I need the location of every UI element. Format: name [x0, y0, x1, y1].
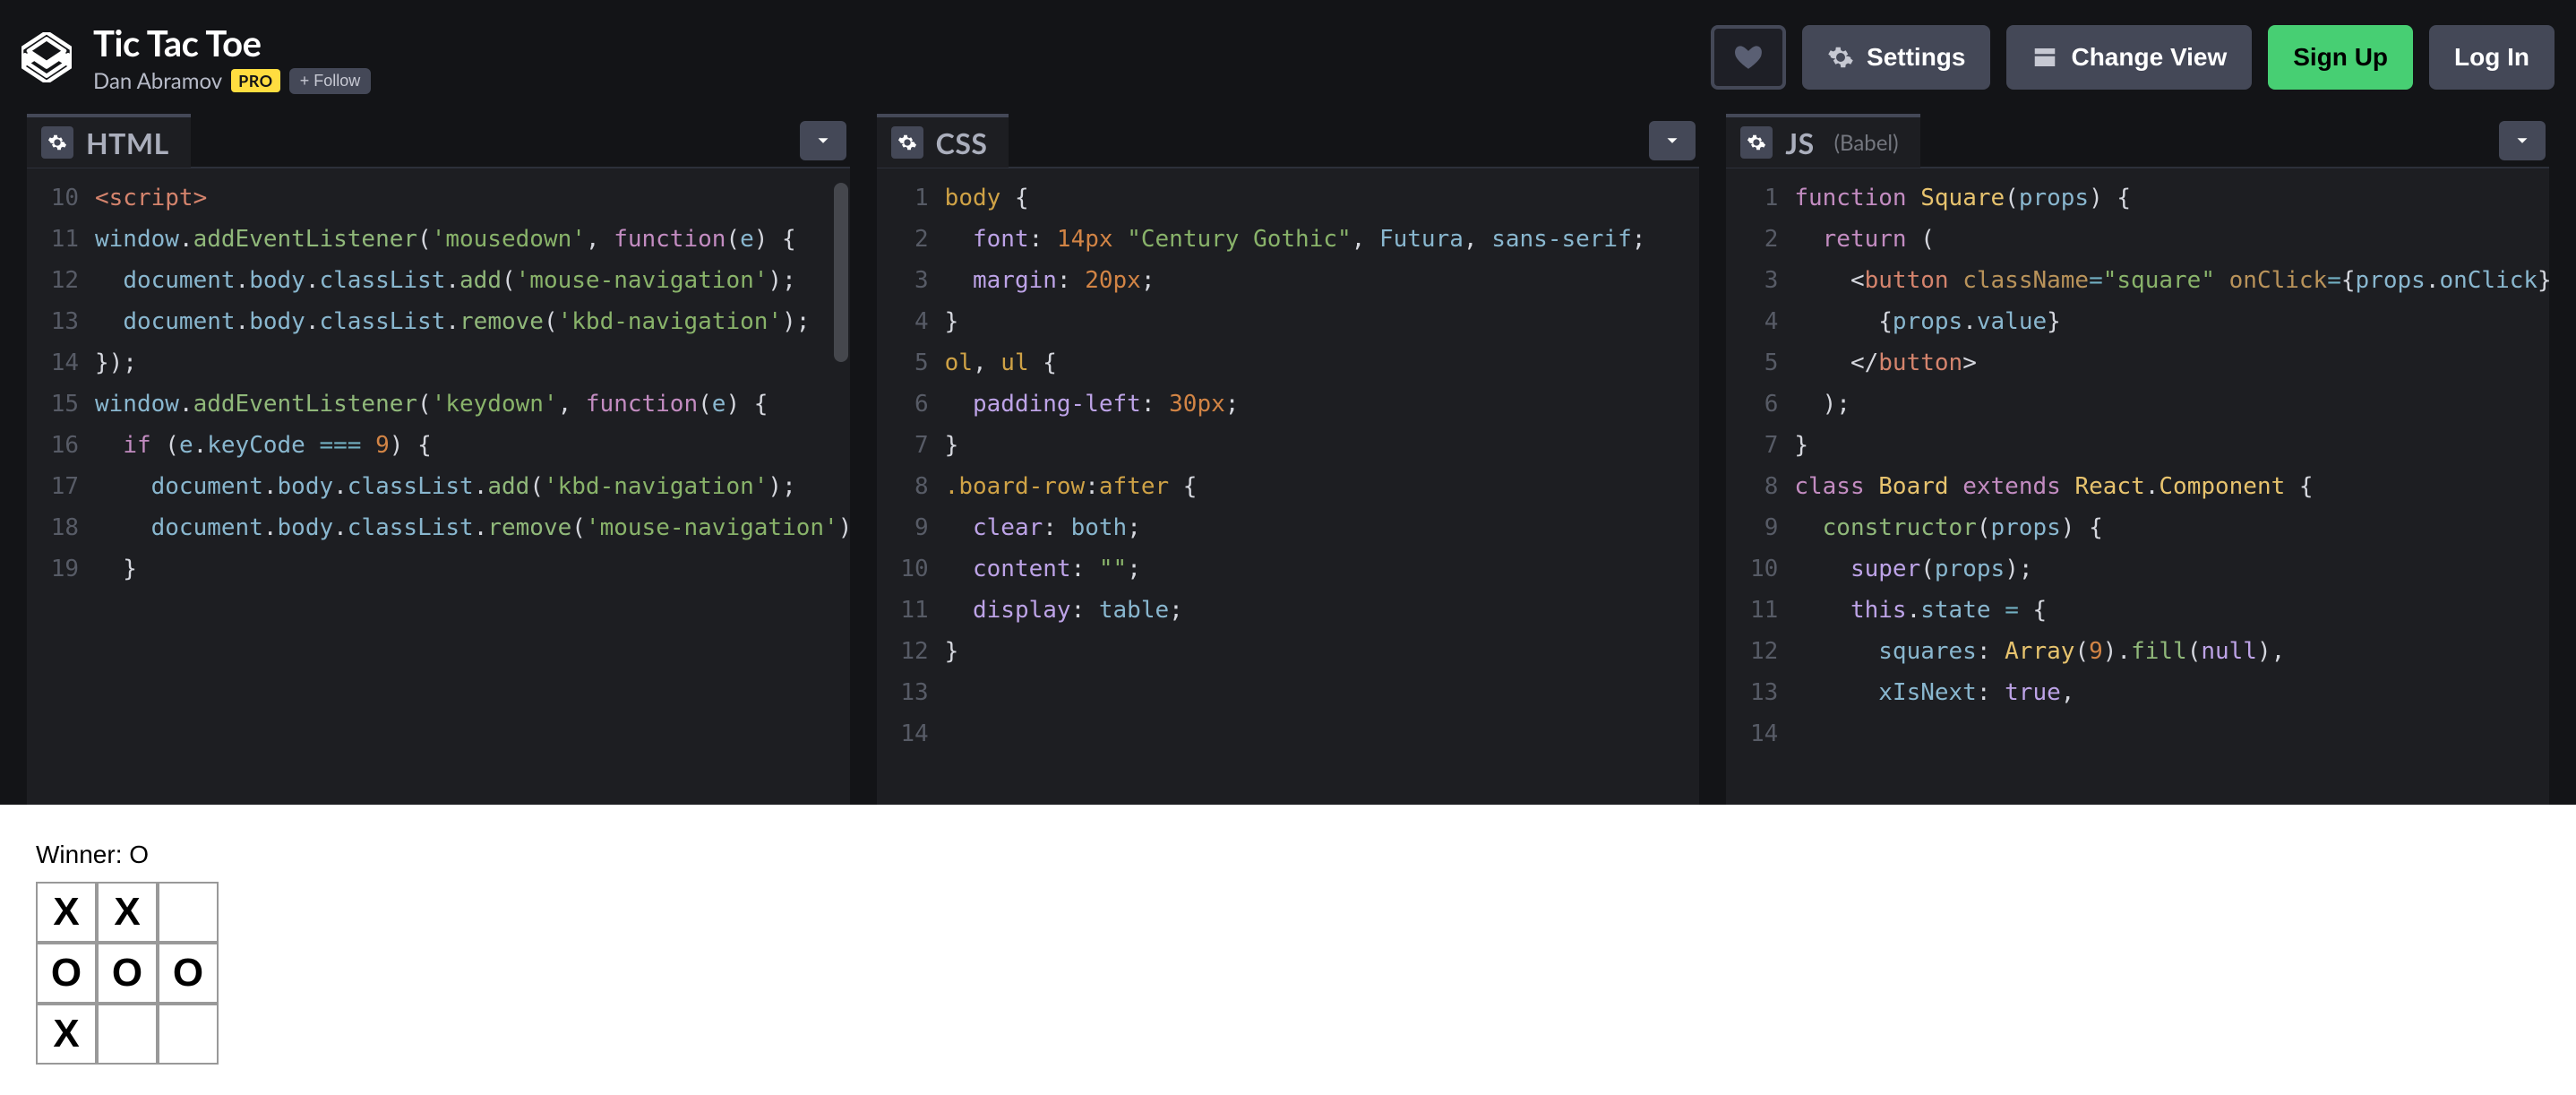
js-panel: JS (Babel) 1234567891011121314 function … [1726, 115, 2549, 805]
html-panel-title: HTML [86, 125, 169, 160]
js-settings-button[interactable] [1740, 126, 1773, 159]
html-gutter: 10111213141516171819 [27, 168, 90, 805]
pen-title[interactable]: Tic Tac Toe [93, 22, 261, 65]
editor-panels: HTML 10111213141516171819 <script>window… [0, 115, 2576, 805]
css-panel-title: CSS [936, 125, 988, 160]
board-square-8[interactable] [158, 1004, 219, 1065]
css-editor[interactable]: 1234567891011121314 body { font: 14px "C… [877, 168, 1700, 805]
js-gutter: 1234567891011121314 [1726, 168, 1789, 805]
html-settings-button[interactable] [41, 126, 73, 159]
html-panel: HTML 10111213141516171819 <script>window… [27, 115, 850, 805]
heart-icon [1733, 42, 1764, 73]
js-panel-title: JS [1785, 125, 1814, 160]
login-button[interactable]: Log In [2429, 25, 2555, 90]
css-settings-button[interactable] [891, 126, 923, 159]
preview-frame[interactable]: Winner: O XXOOOX [0, 805, 2576, 1095]
gear-icon [1827, 44, 1854, 71]
love-button[interactable] [1711, 25, 1786, 90]
css-panel-tab[interactable]: CSS [877, 114, 1009, 168]
change-view-label: Change View [2071, 43, 2227, 72]
html-panel-menu-button[interactable] [800, 121, 846, 160]
signup-button[interactable]: Sign Up [2268, 25, 2413, 90]
css-code[interactable]: body { font: 14px "Century Gothic", Futu… [940, 168, 1700, 805]
css-panel: CSS 1234567891011121314 body { font: 14p… [877, 115, 1700, 805]
layout-icon [2031, 44, 2058, 71]
gear-icon [1747, 133, 1766, 152]
board-square-7[interactable] [97, 1004, 158, 1065]
js-panel-menu-button[interactable] [2499, 121, 2546, 160]
js-code[interactable]: function Square(props) { return ( <butto… [1789, 168, 2549, 805]
gear-icon [897, 133, 917, 152]
codepen-logo-icon [21, 32, 72, 82]
chevron-down-icon [2512, 131, 2532, 151]
gear-icon [47, 133, 67, 152]
board-square-2[interactable] [158, 882, 219, 943]
board-square-5[interactable]: O [158, 943, 219, 1004]
css-panel-menu-button[interactable] [1649, 121, 1696, 160]
board-square-6[interactable]: X [36, 1004, 97, 1065]
board-square-3[interactable]: O [36, 943, 97, 1004]
board-square-1[interactable]: X [97, 882, 158, 943]
app-header: Tic Tac Toe Dan Abramov PRO + Follow Set… [0, 0, 2576, 115]
follow-button[interactable]: + Follow [289, 68, 372, 94]
scrollbar-thumb[interactable] [834, 183, 848, 362]
chevron-down-icon [813, 131, 833, 151]
js-panel-subtitle: (Babel) [1834, 130, 1899, 156]
settings-button[interactable]: Settings [1802, 25, 1990, 90]
chevron-down-icon [1662, 131, 1682, 151]
pro-badge: PRO [231, 69, 280, 92]
board-square-4[interactable]: O [97, 943, 158, 1004]
game-status: Winner: O [36, 841, 2540, 869]
game-board: XXOOOX [36, 884, 2540, 1066]
js-panel-tab[interactable]: JS (Babel) [1726, 114, 1919, 168]
settings-label: Settings [1867, 43, 1965, 72]
author-name[interactable]: Dan Abramov [93, 68, 222, 94]
html-editor[interactable]: 10111213141516171819 <script>window.addE… [27, 168, 850, 805]
html-panel-tab[interactable]: HTML [27, 114, 191, 168]
codepen-logo[interactable] [21, 32, 93, 82]
change-view-button[interactable]: Change View [2006, 25, 2252, 90]
html-code[interactable]: <script>window.addEventListener('mousedo… [90, 168, 850, 805]
css-gutter: 1234567891011121314 [877, 168, 940, 805]
js-editor[interactable]: 1234567891011121314 function Square(prop… [1726, 168, 2549, 805]
board-square-0[interactable]: X [36, 882, 97, 943]
